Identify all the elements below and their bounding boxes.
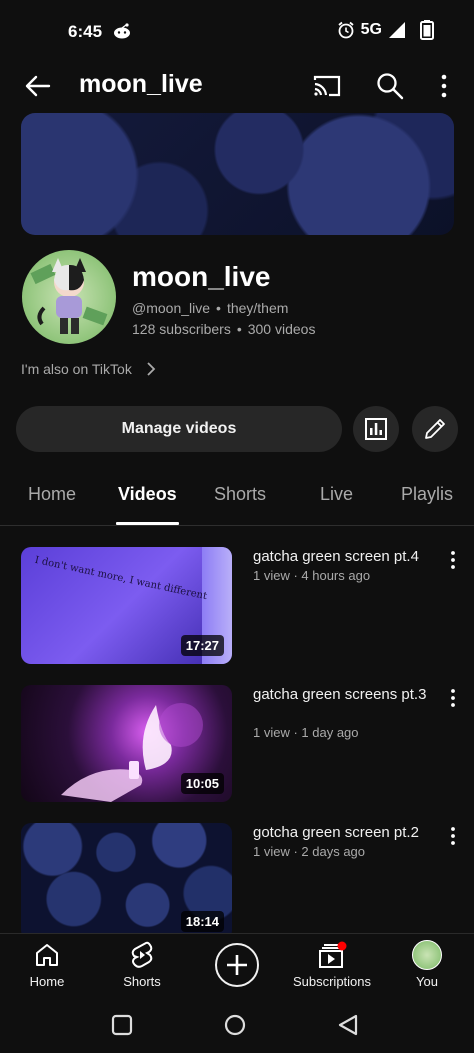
video-thumbnail[interactable]: 18:14 (21, 823, 232, 940)
channel-link-row[interactable]: I'm also on TikTok (21, 361, 156, 377)
channel-avatar[interactable] (22, 250, 116, 344)
tab-shorts[interactable]: Shorts (214, 484, 266, 505)
home-icon (36, 944, 58, 966)
tab-playlists[interactable]: Playlis (401, 484, 453, 505)
subscriber-count: 128 subscribers (132, 321, 231, 337)
analytics-icon (365, 418, 387, 440)
video-meta: 1 view · 2 days ago (253, 844, 366, 859)
thumbnail-text: I don't want more, I want different (33, 554, 208, 603)
subscriptions-icon (319, 941, 347, 968)
channel-banner (21, 113, 454, 235)
back-arrow-icon[interactable] (22, 70, 54, 102)
nav-home[interactable]: Home (2, 940, 92, 989)
tab-live[interactable]: Live (320, 484, 353, 505)
edit-channel-button[interactable] (412, 406, 458, 452)
search-icon[interactable] (374, 70, 406, 102)
avatar-illustration (30, 258, 108, 334)
system-navigation-bar (0, 997, 474, 1053)
bottom-navigation: Home Shorts Subscriptions You (0, 933, 474, 997)
nav-shorts[interactable]: Shorts (97, 940, 187, 989)
cast-icon[interactable] (311, 70, 343, 102)
video-title[interactable]: gatcha green screen pt.4 (253, 547, 438, 566)
nav-you-label: You (416, 974, 438, 989)
status-bar: 6:45 5G (0, 0, 474, 62)
meta-separator: • (216, 300, 221, 316)
active-tab-indicator (116, 522, 179, 525)
shorts-icon (131, 941, 153, 968)
nav-you[interactable]: You (382, 940, 472, 989)
video-thumbnail[interactable]: I don't want more, I want different 17:2… (21, 547, 232, 664)
home-circle-icon[interactable] (221, 1011, 249, 1039)
notification-dot (337, 941, 347, 951)
channel-link-text: I'm also on TikTok (21, 361, 132, 377)
video-list-item[interactable]: 18:14 gotcha green screen pt.2 1 view · … (0, 823, 474, 941)
more-vert-icon[interactable] (444, 825, 462, 847)
tab-home[interactable]: Home (28, 484, 76, 505)
alarm-icon (338, 21, 354, 39)
nav-shorts-label: Shorts (123, 974, 161, 989)
video-list-item[interactable]: I don't want more, I want different 17:2… (0, 547, 474, 665)
video-duration: 18:14 (180, 911, 224, 932)
channel-stats: 128 subscribers • 300 videos (132, 321, 315, 337)
analytics-button[interactable] (353, 406, 399, 452)
page-title: moon_live (79, 70, 203, 98)
video-duration: 17:27 (180, 635, 224, 656)
video-meta: 1 view · 4 hours ago (253, 568, 371, 583)
channel-meta: @moon_live • they/them (132, 300, 288, 316)
tab-videos[interactable]: Videos (118, 484, 177, 505)
status-indicators: 5G (337, 20, 434, 40)
create-button[interactable] (215, 943, 259, 987)
video-meta: 1 view · 1 day ago (253, 725, 359, 740)
top-app-bar: moon_live (0, 62, 474, 110)
plus-icon (227, 955, 247, 975)
you-avatar (412, 940, 442, 970)
channel-name: moon_live (132, 261, 271, 292)
youtube-channel-screen: 6:45 5G moon_live moon_live @moon_live •… (0, 0, 474, 1053)
stats-separator: • (236, 321, 242, 337)
chevron-right-icon (147, 362, 156, 376)
channel-pronouns: they/them (226, 300, 289, 316)
back-triangle-icon[interactable] (334, 1011, 362, 1039)
more-vert-icon[interactable] (430, 70, 458, 102)
status-time: 6:45 (68, 22, 103, 41)
nav-home-label: Home (29, 974, 65, 989)
video-duration: 10:05 (180, 773, 224, 794)
signal-icon (389, 22, 405, 38)
more-vert-icon[interactable] (444, 549, 462, 571)
nav-subscriptions-label: Subscriptions (292, 974, 372, 989)
nav-subscriptions[interactable]: Subscriptions (287, 940, 377, 989)
video-thumbnail[interactable]: 10:05 (21, 685, 232, 802)
recents-icon[interactable] (108, 1011, 136, 1039)
network-type: 5G (360, 21, 382, 38)
channel-handle: @moon_live (132, 300, 211, 316)
channel-tabs: Home Videos Shorts Live Playlis (0, 466, 474, 526)
manage-videos-button[interactable]: Manage videos (16, 406, 342, 452)
video-title[interactable]: gotcha green screen pt.2 (253, 823, 438, 842)
video-title[interactable]: gatcha green screens pt.3 (253, 685, 438, 704)
more-vert-icon[interactable] (444, 687, 462, 709)
battery-icon (420, 20, 434, 40)
pencil-icon (425, 419, 445, 439)
video-list-item[interactable]: 10:05 gatcha green screens pt.3 1 view ·… (0, 685, 474, 803)
video-count: 300 videos (247, 321, 316, 337)
reddit-icon (114, 23, 130, 39)
